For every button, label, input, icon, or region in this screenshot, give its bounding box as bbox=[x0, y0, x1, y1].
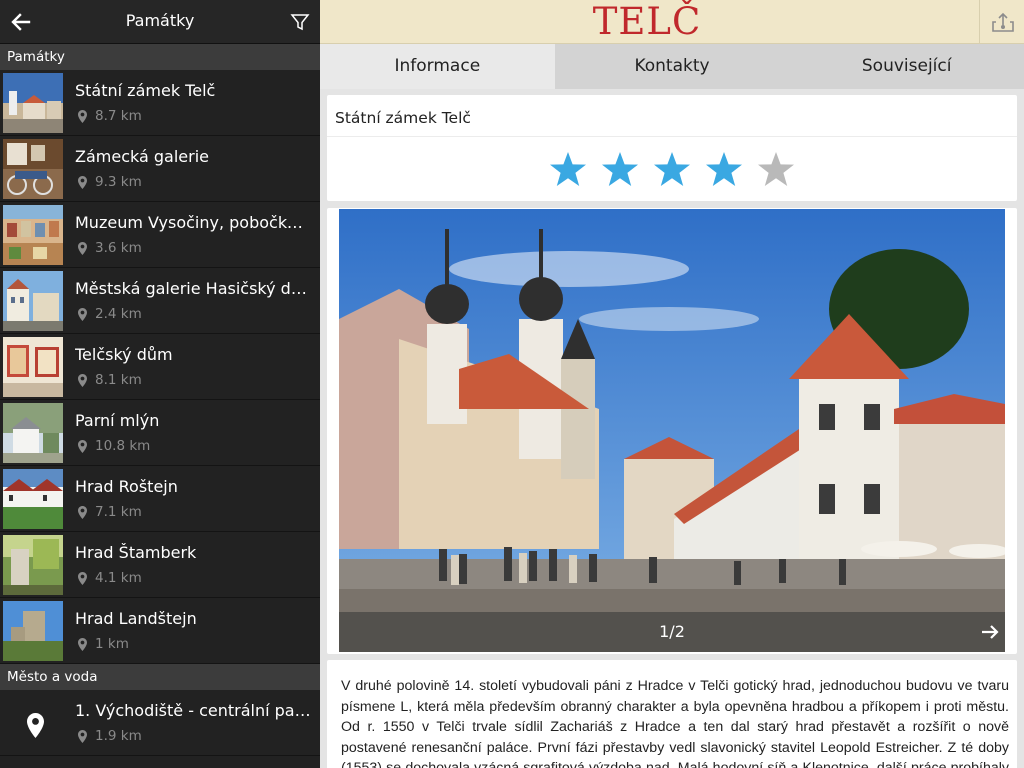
distance-text: 9.3 km bbox=[95, 174, 142, 190]
detail-panel: TELČ Informace Kontakty Související Stát… bbox=[320, 0, 1024, 768]
item-distance: 2.4 km bbox=[78, 306, 142, 322]
list-item[interactable]: Muzeum Vysočiny, pobočka Telč 3.6 km bbox=[0, 202, 320, 268]
thumbnail-placeholder bbox=[3, 693, 63, 753]
item-name: Státní zámek Telč bbox=[75, 81, 216, 100]
distance-text: 7.1 km bbox=[95, 504, 142, 520]
next-arrow-icon[interactable] bbox=[979, 621, 1001, 643]
thumbnail-image bbox=[3, 139, 63, 199]
distance-text: 3.6 km bbox=[95, 240, 142, 256]
item-name: Hrad Štamberk bbox=[75, 543, 197, 562]
section-header: Památky bbox=[0, 44, 320, 70]
filter-icon[interactable] bbox=[288, 10, 312, 34]
item-distance: 4.1 km bbox=[78, 570, 142, 586]
location-pin-icon bbox=[78, 241, 87, 255]
thumbnail-image bbox=[3, 205, 63, 265]
item-distance: 1.9 km bbox=[78, 728, 142, 744]
app-logo: TELČ bbox=[592, 0, 702, 43]
item-name: Hrad Roštejn bbox=[75, 477, 178, 496]
location-pin-icon bbox=[78, 637, 87, 651]
item-name: Městská galerie Hasičský dům bbox=[75, 279, 311, 298]
item-name: Telčský dům bbox=[75, 345, 173, 364]
distance-text: 4.1 km bbox=[95, 570, 142, 586]
distance-text: 8.7 km bbox=[95, 108, 142, 124]
item-distance: 8.1 km bbox=[78, 372, 142, 388]
location-pin-icon bbox=[78, 373, 87, 387]
item-distance: 1 km bbox=[78, 636, 129, 652]
list-item[interactable]: Městská galerie Hasičský dům 2.4 km bbox=[0, 268, 320, 334]
item-distance: 3.6 km bbox=[78, 240, 142, 256]
top-bar: TELČ bbox=[320, 0, 1024, 44]
place-title: Státní zámek Telč bbox=[327, 95, 1017, 137]
list-item[interactable]: Státní zámek Telč 8.7 km bbox=[0, 70, 320, 136]
item-name: Hrad Landštejn bbox=[75, 609, 197, 628]
star-filled-icon[interactable] bbox=[601, 151, 639, 187]
map-marker-icon bbox=[27, 713, 44, 738]
thumbnail-image bbox=[3, 337, 63, 397]
star-rating[interactable] bbox=[327, 137, 1017, 201]
location-pin-icon bbox=[78, 175, 87, 189]
location-pin-icon bbox=[78, 505, 87, 519]
description-text: V druhé polovině 14. století vybudovali … bbox=[341, 678, 1009, 768]
distance-text: 8.1 km bbox=[95, 372, 142, 388]
thumbnail-image bbox=[3, 403, 63, 463]
location-pin-icon bbox=[78, 439, 87, 453]
tab-bar: Informace Kontakty Související bbox=[320, 44, 1024, 89]
item-distance: 7.1 km bbox=[78, 504, 142, 520]
distance-text: 1 km bbox=[95, 636, 129, 652]
star-filled-icon[interactable] bbox=[653, 151, 691, 187]
photo-gallery[interactable]: 1/2 bbox=[339, 209, 1005, 652]
item-distance: 8.7 km bbox=[78, 108, 142, 124]
sidebar-title: Památky bbox=[125, 11, 195, 30]
item-distance: 9.3 km bbox=[78, 174, 142, 190]
star-empty-icon[interactable] bbox=[757, 151, 795, 187]
photo-card: 1/2 bbox=[327, 208, 1017, 654]
item-name: Zámecká galerie bbox=[75, 147, 209, 166]
sidebar-header: Památky bbox=[0, 0, 320, 44]
distance-text: 2.4 km bbox=[95, 306, 142, 322]
distance-text: 1.9 km bbox=[95, 728, 142, 744]
location-pin-icon bbox=[78, 307, 87, 321]
list-item[interactable]: 1. Východiště - centrální parkoviště 1.9… bbox=[0, 690, 320, 756]
tab-kontakty[interactable]: Kontakty bbox=[555, 44, 790, 89]
location-pin-icon bbox=[78, 729, 87, 743]
photo-counter: 1/2 bbox=[659, 622, 685, 641]
photo-navigation-bar: 1/2 bbox=[339, 612, 1005, 652]
distance-text: 10.8 km bbox=[95, 438, 151, 454]
castle-photo bbox=[339, 209, 1005, 652]
share-icon bbox=[992, 12, 1014, 32]
tab-souvisejici[interactable]: Související bbox=[789, 44, 1024, 89]
list-item[interactable]: Hrad Štamberk 4.1 km bbox=[0, 532, 320, 598]
location-pin-icon bbox=[78, 109, 87, 123]
thumbnail-image bbox=[3, 73, 63, 133]
item-name: Muzeum Vysočiny, pobočka Telč bbox=[75, 213, 311, 232]
list-item[interactable]: Hrad Landštejn 1 km bbox=[0, 598, 320, 664]
star-filled-icon[interactable] bbox=[549, 151, 587, 187]
thumbnail-image bbox=[3, 601, 63, 661]
list-item[interactable]: Telčský dům 8.1 km bbox=[0, 334, 320, 400]
title-card: Státní zámek Telč bbox=[327, 95, 1017, 201]
thumbnail-image bbox=[3, 271, 63, 331]
thumbnail-image bbox=[3, 469, 63, 529]
thumbnail-image bbox=[3, 535, 63, 595]
list-item[interactable]: Hrad Roštejn 7.1 km bbox=[0, 466, 320, 532]
share-button[interactable] bbox=[979, 0, 1024, 44]
item-distance: 10.8 km bbox=[78, 438, 150, 454]
location-pin-icon bbox=[78, 571, 87, 585]
item-name: 1. Východiště - centrální parkoviště bbox=[75, 701, 311, 720]
tab-informace[interactable]: Informace bbox=[320, 44, 555, 89]
list-item[interactable]: Zámecká galerie 9.3 km bbox=[0, 136, 320, 202]
description-card: V druhé polovině 14. století vybudovali … bbox=[327, 660, 1017, 768]
star-filled-icon[interactable] bbox=[705, 151, 743, 187]
item-name: Parní mlýn bbox=[75, 411, 160, 430]
list-item[interactable]: Parní mlýn 10.8 km bbox=[0, 400, 320, 466]
section-header: Město a voda bbox=[0, 664, 320, 690]
sidebar: Památky Památky Státní zámek Telč 8.7 km… bbox=[0, 0, 320, 768]
